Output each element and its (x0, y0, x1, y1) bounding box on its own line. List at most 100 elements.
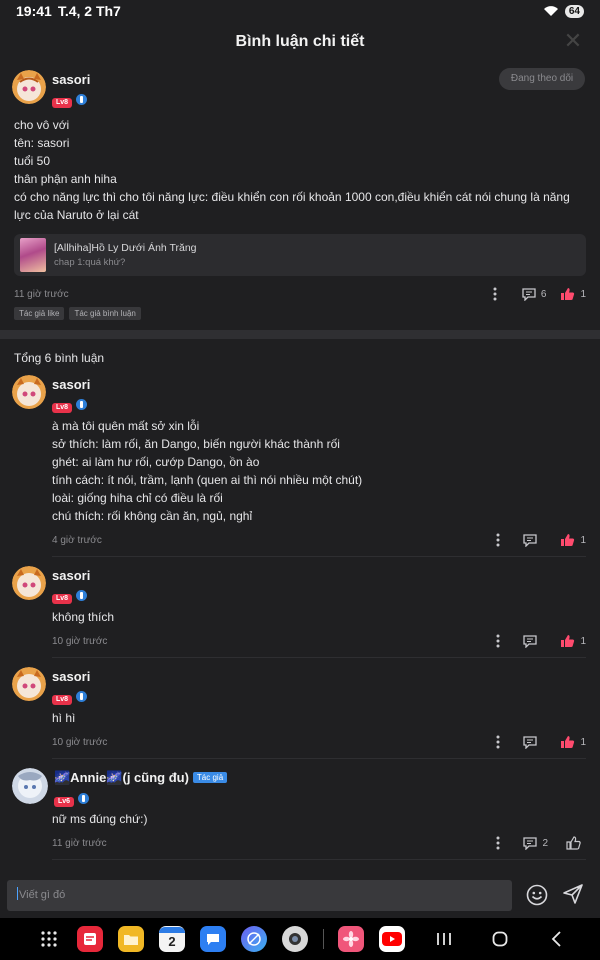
post-line: có cho năng lực thì cho tôi năng lực: đi… (14, 190, 570, 222)
header: Bình luận chi tiết ✕ (0, 22, 600, 62)
post-line: cho vô với (14, 118, 70, 132)
verified-icon (76, 691, 88, 703)
like-button[interactable] (566, 836, 586, 850)
send-icon[interactable] (562, 883, 584, 905)
back-button[interactable] (543, 931, 569, 947)
reply-button[interactable] (523, 735, 542, 749)
more-icon[interactable] (496, 735, 505, 749)
level-badge: Lv8 (52, 695, 73, 705)
system-navbar: 2 (0, 918, 600, 960)
more-icon[interactable] (496, 533, 505, 547)
comment-line: hì hì (52, 711, 76, 725)
thumbs-up-icon (561, 635, 575, 647)
avatar[interactable] (12, 667, 46, 701)
text-caret (17, 887, 18, 900)
more-icon[interactable] (493, 287, 502, 301)
messages-app-icon[interactable] (200, 926, 226, 952)
comment-line: loài: giống hiha chỉ có điều là rối (52, 491, 223, 505)
more-icon[interactable] (496, 836, 505, 850)
comment-text: nữ ms đúng chứ:) (52, 810, 147, 828)
comment-icon (522, 287, 536, 301)
comment-line: sở thích: làm rối, ăn Dango, biến người … (52, 437, 340, 451)
follow-button[interactable]: Đang theo dõi (499, 68, 585, 90)
verified-icon (76, 94, 88, 106)
tag-author-like: Tác giả like (14, 307, 65, 320)
username[interactable]: sasori (52, 669, 90, 684)
post-author: sasori Lv8 (12, 70, 90, 109)
comment-icon (523, 634, 538, 648)
recents-icon (437, 933, 451, 945)
level-badge: Lv8 (52, 594, 73, 604)
dock-separator (323, 929, 324, 949)
like-count: 1 (580, 534, 586, 546)
home-icon (492, 931, 508, 947)
battery-indicator: 64 (564, 4, 584, 18)
notes-app-icon[interactable] (77, 926, 103, 952)
reply-button[interactable]: 2 (523, 836, 548, 850)
like-count: 1 (580, 288, 586, 300)
status-time: 19:41 (16, 3, 52, 19)
like-count: 1 (580, 736, 586, 748)
comment-line: à mà tôi quên mất sở xin lỗi (52, 419, 200, 433)
avatar[interactable] (12, 70, 46, 104)
like-count: 1 (580, 635, 586, 647)
username[interactable]: sasori (52, 568, 90, 583)
section-divider (0, 330, 600, 339)
level-badge: Lv6 (54, 797, 75, 807)
browser-app-icon[interactable] (241, 926, 267, 952)
calendar-day: 2 (168, 934, 176, 949)
recent-apps-button[interactable] (431, 932, 457, 946)
close-icon[interactable]: ✕ (562, 30, 584, 52)
comment-input-placeholder: Viết gì đó (19, 889, 66, 901)
manga-chapter: chap 1:quá khứ? (54, 257, 126, 268)
avatar[interactable] (12, 375, 46, 409)
manga-card[interactable]: [Allhiha]Hồ Ly Dưới Ánh Trăng chap 1:quá… (14, 234, 586, 276)
like-button[interactable]: 1 (560, 634, 586, 648)
apps-grid-icon[interactable] (36, 926, 62, 952)
comment-icon (523, 836, 538, 850)
verified-icon (78, 793, 90, 805)
calendar-app-icon[interactable]: 2 (159, 926, 185, 952)
manga-title: [Allhiha]Hồ Ly Dưới Ánh Trăng (54, 242, 197, 254)
author-tag: Tác giả (192, 772, 228, 783)
comment-icon (523, 533, 538, 547)
comment-line: không thích (52, 610, 115, 624)
comment-input[interactable]: Viết gì đó (7, 880, 512, 911)
verified-icon (76, 590, 88, 602)
post-content: cho vô với tên: sasori tuổi 50 thân phận… (14, 116, 589, 224)
comment-icon (523, 735, 538, 749)
reply-button[interactable] (523, 634, 542, 648)
comment-count: 6 (540, 288, 547, 300)
thumbs-up-icon (566, 836, 581, 850)
post-line: tên: sasori (14, 136, 70, 150)
username[interactable]: sasori (52, 72, 90, 87)
youtube-app-icon[interactable] (379, 926, 405, 952)
like-button[interactable]: 1 (560, 735, 586, 749)
comment-text: hì hì (52, 709, 75, 727)
username[interactable]: 🌌Annie🌌(j cũng đu) (54, 770, 189, 785)
status-date: T.4, 2 Th7 (57, 3, 121, 19)
manga-cover (20, 238, 46, 272)
post-tags: Tác giả like Tác giả bình luận (14, 307, 141, 320)
more-icon[interactable] (496, 634, 505, 648)
back-icon (551, 931, 561, 947)
comments-total: Tổng 6 bình luận (14, 351, 105, 365)
level-badge: Lv8 (52, 403, 73, 413)
post-line: tuổi 50 (14, 154, 51, 168)
emoji-icon[interactable] (526, 884, 548, 906)
username[interactable]: sasori (52, 377, 90, 392)
like-button[interactable]: 1 (560, 287, 586, 301)
comment-button[interactable]: 6 (522, 287, 547, 301)
comment-time: 10 giờ trước (52, 736, 108, 748)
post-footer: 11 giờ trước 6 1 (14, 286, 586, 302)
files-app-icon[interactable] (118, 926, 144, 952)
verified-icon (76, 399, 88, 411)
photos-app-icon[interactable] (338, 926, 364, 952)
reply-button[interactable] (523, 533, 542, 547)
wifi-icon (543, 6, 558, 16)
home-button[interactable] (487, 931, 513, 947)
camera-app-icon[interactable] (282, 926, 308, 952)
avatar[interactable] (12, 566, 46, 600)
like-button[interactable]: 1 (560, 533, 586, 547)
avatar[interactable] (12, 768, 48, 804)
